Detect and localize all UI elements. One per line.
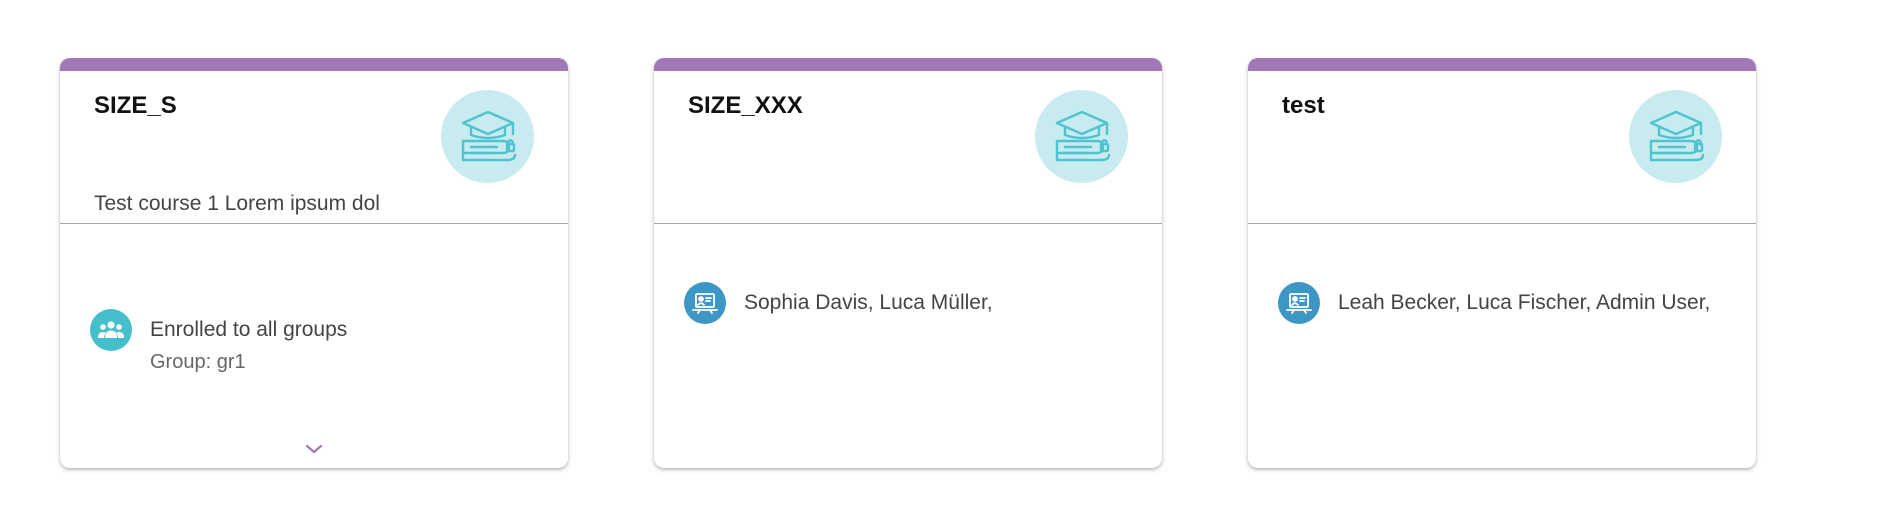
chevron-down-icon[interactable] [304, 442, 324, 460]
teachers-info: Leah Becker, Luca Fischer, Admin User, [1278, 282, 1710, 324]
course-card[interactable]: SIZE_XXX Sophia Davis, Luca Müller, [654, 58, 1162, 468]
group-label: Group: gr1 [150, 351, 246, 373]
teacher-icon [1278, 282, 1320, 324]
teacher-names: Leah Becker, Luca Fischer, Admin User, [1338, 291, 1711, 314]
enrollment-info: Enrolled to all groups Group: gr1 [90, 309, 347, 374]
course-title[interactable]: test [1282, 92, 1325, 120]
course-description: Test course 1 Lorem ipsum dol [94, 192, 380, 215]
graduation-cap-icon [1035, 90, 1128, 183]
card-accent-bar [1248, 58, 1756, 71]
card-accent-bar [654, 58, 1162, 71]
course-card-list: SIZE_S Test course 1 Lorem ipsum dol Enr… [0, 0, 1900, 524]
card-body: Leah Becker, Luca Fischer, Admin User, [1248, 224, 1756, 468]
teacher-icon [684, 282, 726, 324]
teachers-info: Sophia Davis, Luca Müller, [684, 282, 993, 324]
card-header: test [1248, 71, 1756, 224]
users-group-icon [90, 309, 132, 351]
card-header: SIZE_S Test course 1 Lorem ipsum dol [60, 71, 568, 224]
graduation-cap-icon [441, 90, 534, 183]
course-card[interactable]: test Leah Becker, Luca Fischer, Admin Us… [1248, 58, 1756, 468]
graduation-cap-icon [1629, 90, 1722, 183]
card-body: Enrolled to all groups Group: gr1 [60, 224, 568, 468]
course-card[interactable]: SIZE_S Test course 1 Lorem ipsum dol Enr… [60, 58, 568, 468]
card-body: Sophia Davis, Luca Müller, [654, 224, 1162, 468]
course-title[interactable]: SIZE_S [94, 92, 177, 120]
card-header: SIZE_XXX [654, 71, 1162, 224]
course-title[interactable]: SIZE_XXX [688, 92, 803, 120]
card-accent-bar [60, 58, 568, 71]
teacher-names: Sophia Davis, Luca Müller, [744, 291, 993, 314]
enrollment-label: Enrolled to all groups [150, 318, 348, 341]
